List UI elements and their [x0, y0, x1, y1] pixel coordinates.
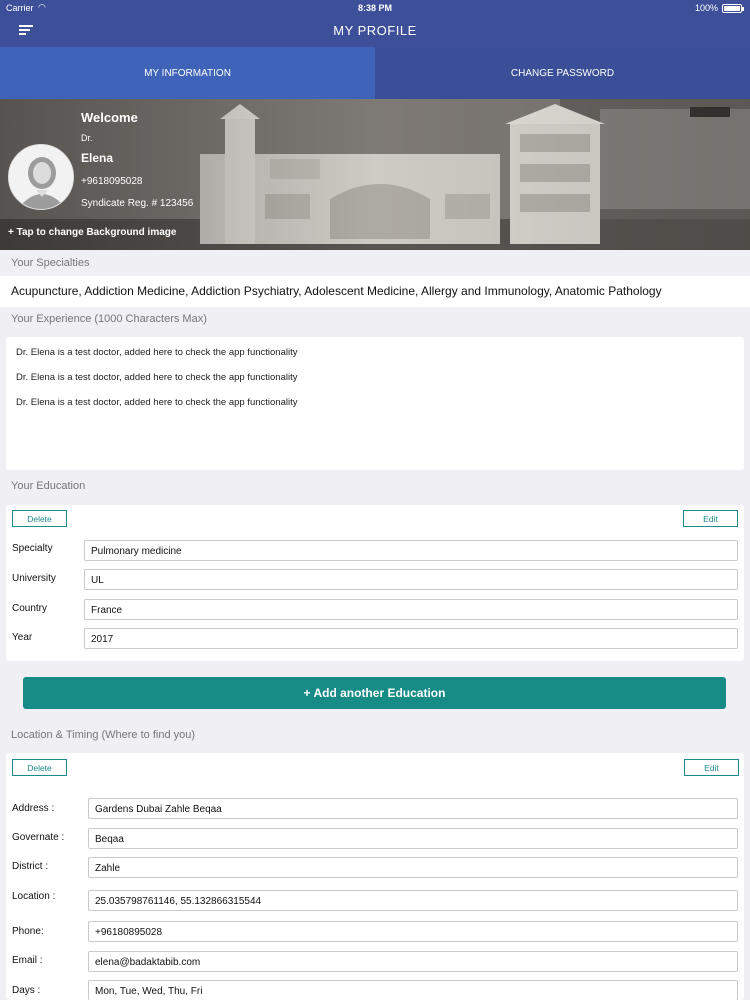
delete-education-button[interactable]: Delete	[12, 510, 67, 527]
add-education-button[interactable]: + Add another Education	[23, 677, 726, 709]
university-label: University	[12, 573, 56, 584]
battery-icon	[722, 4, 744, 13]
experience-line: Dr. Elena is a test doctor, added here t…	[16, 372, 298, 383]
country-field[interactable]: France	[84, 599, 738, 620]
days-field[interactable]: Mon, Tue, Wed, Thu, Fri	[88, 980, 738, 1000]
status-time: 8:38 PM	[357, 3, 392, 13]
education-card: Delete Edit Specialty Pulmonary medicine…	[6, 505, 744, 661]
specialties-label: Your Specialties	[11, 257, 90, 269]
year-field[interactable]: 2017	[84, 628, 738, 649]
location-card: Delete Edit Address : Gardens Dubai Zahl…	[6, 753, 744, 1000]
experience-line: Dr. Elena is a test doctor, added here t…	[16, 347, 298, 358]
year-label: Year	[12, 632, 33, 643]
location-coords-label: Location :	[12, 891, 56, 902]
experience-textarea[interactable]: Dr. Elena is a test doctor, added here t…	[6, 337, 744, 470]
page-title: MY PROFILE	[333, 23, 417, 38]
email-field[interactable]: elena@badaktabib.com	[88, 951, 738, 972]
specialties-field[interactable]: Acupuncture, Addiction Medicine, Addicti…	[0, 276, 750, 307]
cover-image[interactable]: Welcome Dr. Elena +9618095028 Syndicate …	[0, 99, 750, 250]
status-bar: Carrier ◠ 8:38 PM 100%	[0, 0, 750, 16]
education-label: Your Education	[11, 480, 86, 492]
doctor-phone: +9618095028	[81, 176, 143, 187]
user-placeholder-icon	[9, 145, 73, 209]
avatar[interactable]	[8, 144, 74, 210]
profile-tabs: MY INFORMATION CHANGE PASSWORD	[0, 47, 750, 99]
doctor-name: Elena	[81, 151, 114, 165]
address-label: Address :	[12, 803, 55, 814]
specialty-field[interactable]: Pulmonary medicine	[84, 540, 738, 561]
phone-label: Phone:	[12, 926, 44, 937]
governate-label: Governate :	[12, 832, 65, 843]
district-field[interactable]: Zahle	[88, 857, 738, 878]
name-prefix: Dr.	[81, 133, 93, 143]
experience-line: Dr. Elena is a test doctor, added here t…	[16, 397, 298, 408]
location-label: Location & Timing (Where to find you)	[11, 729, 196, 741]
address-field[interactable]: Gardens Dubai Zahle Beqaa	[88, 798, 738, 819]
edit-location-button[interactable]: Edit	[684, 759, 739, 776]
governate-field[interactable]: Beqaa	[88, 828, 738, 849]
specialty-label: Specialty	[12, 543, 53, 554]
country-label: Country	[12, 603, 48, 614]
change-background-link[interactable]: + Tap to change Background image	[8, 227, 176, 238]
delete-location-button[interactable]: Delete	[12, 759, 67, 776]
welcome-text: Welcome	[81, 110, 138, 125]
days-label: Days :	[12, 985, 41, 996]
phone-field[interactable]: +96180895028	[88, 921, 738, 942]
tab-my-information[interactable]: MY INFORMATION	[0, 47, 375, 99]
edit-education-button[interactable]: Edit	[683, 510, 738, 527]
university-field[interactable]: UL	[84, 569, 738, 590]
battery-percent: 100%	[694, 3, 718, 13]
experience-label: Your Experience (1000 Characters Max)	[11, 313, 207, 325]
syndicate-number: Syndicate Reg. # 123456	[81, 198, 194, 209]
district-label: District :	[12, 861, 49, 872]
location-coords-field[interactable]: 25.035798761146, 55.132866315544	[88, 890, 738, 911]
tab-change-password[interactable]: CHANGE PASSWORD	[375, 47, 750, 99]
email-label: Email :	[12, 955, 43, 966]
app-header: Carrier ◠ 8:38 PM 100% MY PROFILE	[0, 0, 750, 47]
